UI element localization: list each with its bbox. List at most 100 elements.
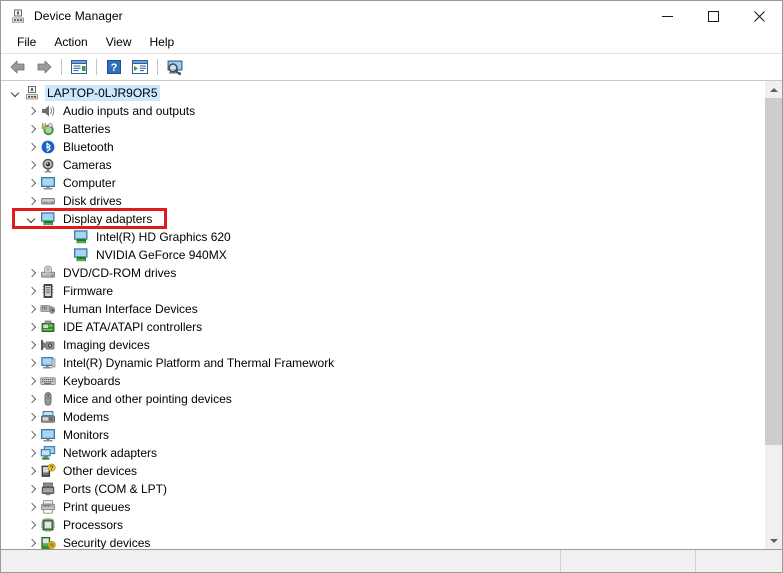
scroll-thumb[interactable] — [765, 98, 782, 445]
chevron-right-icon[interactable] — [28, 269, 37, 278]
tree-item[interactable]: Human Interface Devices — [1, 300, 764, 318]
tree-item[interactable]: Audio inputs and outputs — [1, 102, 764, 120]
forward-button[interactable] — [32, 56, 56, 78]
scroll-down-arrow[interactable] — [765, 532, 782, 549]
chevron-right-icon[interactable] — [28, 359, 37, 368]
chevron-right-icon[interactable] — [28, 395, 37, 404]
tree-item[interactable]: Intel(R) Dynamic Platform and Thermal Fr… — [1, 354, 764, 372]
chevron-down-icon[interactable] — [28, 215, 37, 224]
chevron-right-icon[interactable] — [28, 287, 37, 296]
chevron-right-icon[interactable] — [28, 413, 37, 422]
properties-button[interactable] — [67, 56, 91, 78]
tree-twisty[interactable] — [24, 336, 40, 354]
tree-twisty[interactable] — [24, 372, 40, 390]
menu-help[interactable]: Help — [141, 33, 184, 52]
tree-item[interactable]: Firmware — [1, 282, 764, 300]
chevron-right-icon[interactable] — [28, 467, 37, 476]
maximize-button[interactable] — [690, 1, 736, 31]
tree-item[interactable]: Security devices — [1, 534, 764, 549]
tree-item[interactable]: Mice and other pointing devices — [1, 390, 764, 408]
tree-twisty[interactable] — [24, 498, 40, 516]
printer-icon — [40, 499, 56, 515]
chevron-right-icon[interactable] — [28, 341, 37, 350]
tree-item[interactable]: Batteries — [1, 120, 764, 138]
tree-twisty[interactable] — [24, 138, 40, 156]
chevron-right-icon[interactable] — [28, 323, 37, 332]
tree-twisty[interactable] — [24, 480, 40, 498]
tree-twisty[interactable] — [24, 354, 40, 372]
tree-item[interactable]: Bluetooth — [1, 138, 764, 156]
tree-item[interactable]: Keyboards — [1, 372, 764, 390]
menu-action[interactable]: Action — [45, 33, 96, 52]
tree-item[interactable]: Print queues — [1, 498, 764, 516]
chevron-right-icon[interactable] — [28, 377, 37, 386]
tree-item[interactable]: Intel(R) HD Graphics 620 — [1, 228, 764, 246]
menu-view[interactable]: View — [97, 33, 141, 52]
tree-item[interactable]: NVIDIA GeForce 940MX — [1, 246, 764, 264]
back-button[interactable] — [6, 56, 30, 78]
chevron-right-icon[interactable] — [28, 143, 37, 152]
chevron-right-icon[interactable] — [28, 305, 37, 314]
tree-item[interactable]: Monitors — [1, 426, 764, 444]
chevron-right-icon[interactable] — [28, 449, 37, 458]
scan-hardware-changes-button[interactable] — [163, 56, 187, 78]
tree-twisty[interactable] — [24, 102, 40, 120]
port-icon — [40, 481, 56, 497]
menu-file[interactable]: File — [8, 33, 45, 52]
tree-twisty[interactable] — [24, 534, 40, 549]
tree-twisty[interactable] — [24, 264, 40, 282]
scroll-track[interactable] — [765, 98, 782, 532]
device-tree-pane[interactable]: LAPTOP-0LJR9OR5 Audio inputs and outputs B… — [1, 81, 764, 549]
tree-item[interactable]: Network adapters — [1, 444, 764, 462]
status-pane-tertiary — [696, 550, 782, 572]
tree-item-label: Modems — [63, 410, 110, 424]
tree-item[interactable]: Computer — [1, 174, 764, 192]
scroll-up-arrow[interactable] — [765, 81, 782, 98]
chevron-right-icon[interactable] — [28, 197, 37, 206]
chevron-right-icon[interactable] — [28, 539, 37, 548]
tree-twisty[interactable] — [24, 462, 40, 480]
chevron-right-icon[interactable] — [28, 161, 37, 170]
tree-twisty[interactable] — [24, 426, 40, 444]
tree-twisty[interactable] — [24, 444, 40, 462]
tree-twisty[interactable] — [24, 210, 40, 228]
tree-twisty[interactable] — [8, 84, 24, 102]
window-controls — [644, 1, 782, 31]
tree-item[interactable]: Cameras — [1, 156, 764, 174]
close-button[interactable] — [736, 1, 782, 31]
tree-twisty[interactable] — [24, 174, 40, 192]
tree-twisty[interactable] — [24, 156, 40, 174]
device-manager-window: Device Manager File Action View Help ? L… — [0, 0, 783, 573]
tree-twisty[interactable] — [24, 300, 40, 318]
tree-twisty[interactable] — [24, 390, 40, 408]
chevron-right-icon[interactable] — [28, 521, 37, 530]
tree-twisty[interactable] — [24, 318, 40, 336]
chevron-right-icon[interactable] — [28, 125, 37, 134]
tree-item[interactable]: DVD/CD-ROM drives — [1, 264, 764, 282]
tree-item[interactable]: Processors — [1, 516, 764, 534]
tree-twisty[interactable] — [24, 408, 40, 426]
chevron-right-icon[interactable] — [28, 485, 37, 494]
chevron-right-icon[interactable] — [28, 107, 37, 116]
tree-root-item[interactable]: LAPTOP-0LJR9OR5 — [1, 84, 764, 102]
chevron-down-icon[interactable] — [12, 89, 21, 98]
chevron-right-icon[interactable] — [28, 431, 37, 440]
tree-item[interactable]: Disk drives — [1, 192, 764, 210]
tree-item[interactable]: Imaging devices — [1, 336, 764, 354]
disk-drive-icon — [40, 193, 56, 209]
tree-item[interactable]: Modems — [1, 408, 764, 426]
vertical-scrollbar[interactable] — [764, 81, 782, 549]
tree-item[interactable]: ? Other devices — [1, 462, 764, 480]
tree-twisty[interactable] — [24, 120, 40, 138]
chevron-right-icon[interactable] — [28, 179, 37, 188]
tree-item[interactable]: Display adapters — [1, 210, 764, 228]
chevron-right-icon[interactable] — [28, 503, 37, 512]
help-button[interactable]: ? — [102, 56, 126, 78]
tree-twisty[interactable] — [24, 282, 40, 300]
update-driver-button[interactable] — [128, 56, 152, 78]
tree-item[interactable]: Ports (COM & LPT) — [1, 480, 764, 498]
tree-twisty[interactable] — [24, 516, 40, 534]
minimize-button[interactable] — [644, 1, 690, 31]
tree-item[interactable]: IDE ATA/ATAPI controllers — [1, 318, 764, 336]
tree-twisty[interactable] — [24, 192, 40, 210]
